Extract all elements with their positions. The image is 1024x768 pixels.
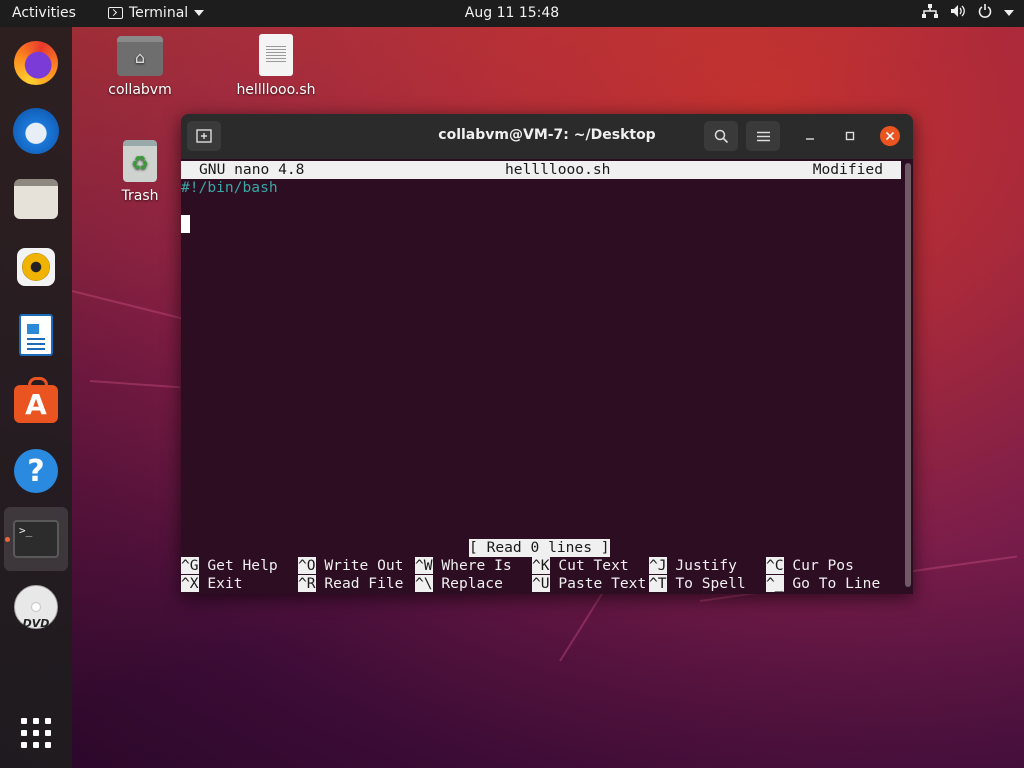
trash-icon: ♻ [123, 140, 157, 182]
nano-header: GNU nano 4.8 hellllooo.sh Modified [181, 161, 901, 179]
shortcut-cur-pos: ^C Cur Pos [766, 557, 854, 574]
dock-thunderbird[interactable] [12, 107, 60, 155]
desktop-icon-home[interactable]: collabvm [95, 36, 185, 98]
shortcut-get-help: ^G Get Help [181, 557, 278, 574]
software-icon: A [14, 377, 58, 423]
close-button[interactable] [880, 126, 900, 146]
maximize-icon [845, 131, 855, 141]
hamburger-icon [756, 131, 770, 141]
dock-help[interactable]: ? [12, 447, 60, 495]
files-icon [14, 179, 58, 219]
dvd-icon: DVD [14, 585, 58, 630]
dock-files[interactable] [12, 175, 60, 223]
desktop-icon-label: hellllooo.sh [236, 82, 316, 98]
search-icon [714, 129, 728, 143]
activities-button[interactable]: Activities [12, 5, 76, 21]
writer-icon [19, 314, 53, 356]
desktop-icon-label: Trash [121, 188, 159, 204]
help-icon: ? [14, 449, 58, 493]
desktop-icon-file[interactable]: hellllooo.sh [231, 34, 321, 98]
title-bar[interactable]: collabvm@VM-7: ~/Desktop [181, 114, 913, 159]
text-file-icon [259, 34, 293, 76]
nano-modified-state: Modified [812, 161, 883, 178]
text-cursor [181, 215, 190, 233]
dock-rhythmbox[interactable] [12, 243, 60, 291]
desktop-icon-trash[interactable]: ♻ Trash [95, 140, 185, 204]
minimize-button[interactable] [800, 126, 820, 146]
close-icon [885, 131, 895, 141]
app-menu[interactable]: Terminal [108, 5, 205, 21]
maximize-button[interactable] [840, 126, 860, 146]
dock-firefox[interactable] [12, 39, 60, 87]
shortcut-go-to-line: ^_ Go To Line [766, 575, 881, 592]
new-tab-button[interactable] [187, 121, 221, 151]
chevron-down-icon [194, 10, 205, 16]
dock: A ? >_ DVD [0, 27, 72, 768]
dock-terminal[interactable]: >_ [4, 507, 68, 571]
dvd-label: DVD [22, 617, 50, 630]
terminal-icon [108, 7, 123, 19]
nano-filename: hellllooo.sh [505, 161, 611, 178]
nano-version: GNU nano 4.8 [199, 161, 305, 178]
network-icon [922, 4, 938, 22]
shortcut-exit: ^X Exit [181, 575, 243, 592]
nano-status: [ Read 0 lines ] [469, 539, 610, 557]
terminal-window[interactable]: collabvm@VM-7: ~/Desktop GNU nano 4.8 he… [181, 114, 913, 594]
shortcut-cut-text: ^K Cut Text [532, 557, 629, 574]
search-button[interactable] [704, 121, 738, 151]
minimize-icon [806, 138, 814, 140]
power-icon [978, 4, 992, 22]
menu-button[interactable] [746, 121, 780, 151]
chevron-down-icon [1004, 10, 1014, 16]
code-line: #!/bin/bash [181, 179, 278, 196]
rhythmbox-icon [17, 248, 55, 286]
terminal-content[interactable]: GNU nano 4.8 hellllooo.sh Modified #!/bi… [181, 159, 901, 594]
shortcut-read-file: ^R Read File [298, 575, 404, 592]
terminal-icon: >_ [13, 520, 59, 558]
app-grid-icon [21, 718, 51, 748]
volume-icon [950, 4, 966, 22]
thunderbird-icon [13, 108, 59, 154]
home-folder-icon [117, 36, 163, 76]
dock-writer[interactable] [12, 311, 60, 359]
shortcut-to-spell: ^T To Spell [649, 575, 746, 592]
app-menu-label: Terminal [129, 5, 189, 21]
system-tray[interactable] [922, 4, 1014, 22]
firefox-icon [14, 41, 58, 85]
shortcut-paste-text: ^U Paste Text [532, 575, 647, 592]
desktop-icon-label: collabvm [108, 82, 172, 98]
shortcut-write-out: ^O Write Out [298, 557, 404, 574]
shortcut-justify: ^J Justify [649, 557, 737, 574]
dock-dvd[interactable]: DVD [12, 583, 60, 631]
shortcut-replace: ^\ Replace [415, 575, 503, 592]
shortcut-where-is: ^W Where Is [415, 557, 512, 574]
dock-software[interactable]: A [12, 377, 60, 425]
show-applications-button[interactable] [12, 709, 60, 757]
top-bar: Activities Terminal Aug 11 15:48 [0, 0, 1024, 27]
scrollbar[interactable] [905, 163, 911, 587]
